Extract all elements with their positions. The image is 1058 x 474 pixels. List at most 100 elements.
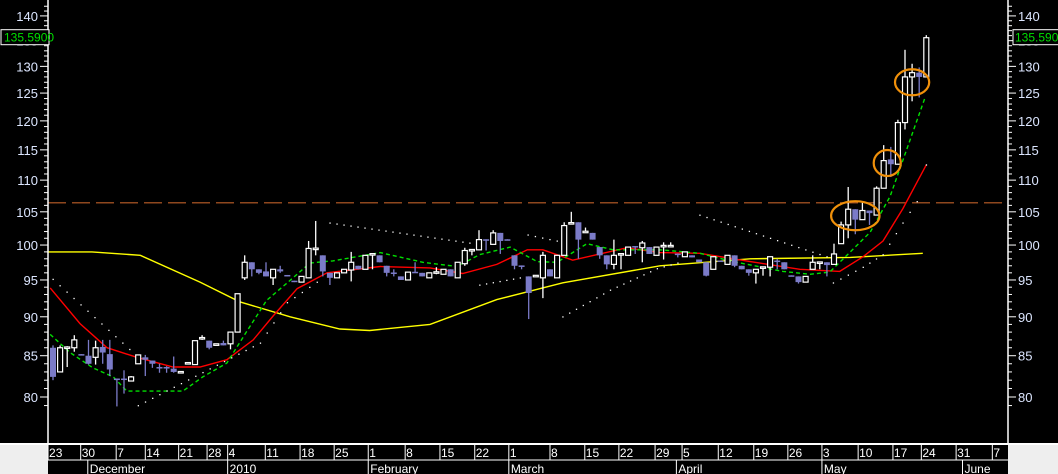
candle-body xyxy=(369,253,376,256)
right-price-label: 130 xyxy=(1018,59,1040,74)
candle-body xyxy=(596,247,603,256)
candle-body xyxy=(859,209,866,221)
sar-dot xyxy=(187,379,190,381)
sar-dot xyxy=(399,232,401,234)
candle-body xyxy=(766,256,774,268)
candle-body xyxy=(731,255,738,266)
sar-dot xyxy=(273,322,275,324)
candle-body xyxy=(532,274,539,278)
candle-body xyxy=(781,262,788,270)
left-price-label: 130 xyxy=(16,59,38,74)
sar-dot xyxy=(916,201,918,203)
candle-up xyxy=(333,272,341,279)
candle-up xyxy=(404,271,412,281)
sar-dot xyxy=(294,296,296,299)
candle-body xyxy=(404,271,412,281)
sar-dot xyxy=(223,360,226,363)
candle-body xyxy=(852,209,859,220)
date-tick-label: 17 xyxy=(894,446,908,460)
candle-up xyxy=(624,246,632,256)
candle-down xyxy=(447,269,454,277)
candle-body xyxy=(263,271,269,277)
date-tick-label: 22 xyxy=(476,446,490,460)
sar-dot xyxy=(741,228,743,230)
date-tick-label: 4 xyxy=(229,446,236,460)
sar-dot xyxy=(663,266,665,268)
candle-body xyxy=(724,254,731,265)
candle-body xyxy=(191,340,199,366)
candle-body xyxy=(802,275,809,283)
sar-dot xyxy=(519,277,521,279)
candle-down xyxy=(284,274,291,277)
axis-corner-right xyxy=(1008,443,1058,474)
sar-dot xyxy=(245,349,247,352)
sar-dot xyxy=(301,291,304,294)
candle-body xyxy=(433,271,440,274)
candle-body xyxy=(184,361,191,365)
date-tick-label: 5 xyxy=(683,446,690,460)
right-price-label: 85 xyxy=(1018,349,1032,364)
candle-up xyxy=(184,361,191,365)
candle-up xyxy=(490,230,497,245)
sar-dot xyxy=(316,281,318,283)
candle-body xyxy=(845,208,852,226)
date-tick-label: 22 xyxy=(620,446,634,460)
sar-dot xyxy=(609,289,612,291)
sar-dot xyxy=(534,235,537,238)
date-tick-label: 1 xyxy=(369,446,376,460)
candle-body xyxy=(582,230,589,234)
sar-dot xyxy=(699,214,701,216)
sar-dot xyxy=(902,222,904,224)
sar-dot xyxy=(73,297,75,300)
candle-up xyxy=(561,222,568,256)
candle-body xyxy=(248,262,255,270)
date-tick-label: 18 xyxy=(301,446,315,460)
sar-dot xyxy=(512,278,515,280)
sar-dot xyxy=(895,232,898,235)
sar-dot xyxy=(812,251,814,253)
right-price-label: 90 xyxy=(1018,310,1032,325)
candle-up xyxy=(461,247,468,266)
sar-dot xyxy=(499,280,501,283)
candle-body xyxy=(561,224,568,256)
candle-down xyxy=(589,232,596,240)
candle-up xyxy=(440,268,447,275)
sar-dot xyxy=(152,397,154,400)
candle-body xyxy=(255,269,262,273)
candle-down xyxy=(717,260,724,263)
date-tick-label: 21 xyxy=(180,446,194,460)
candle-body xyxy=(298,275,305,283)
candle-body xyxy=(490,232,497,245)
candle-body xyxy=(142,357,149,360)
candle-body xyxy=(412,271,419,274)
candle-down xyxy=(731,255,738,268)
candle-body xyxy=(241,261,248,279)
candle-body xyxy=(696,259,703,263)
sar-dot xyxy=(776,240,779,242)
candle-up xyxy=(710,256,717,270)
candle-body xyxy=(511,255,518,266)
candle-body xyxy=(277,269,284,272)
right-price-label: 95 xyxy=(1018,273,1032,288)
sar-dot xyxy=(596,297,598,299)
candle-up xyxy=(213,343,220,346)
date-tick-label: 14 xyxy=(146,446,160,460)
candle-down xyxy=(689,255,695,258)
candle-body xyxy=(113,378,120,381)
candle-body xyxy=(795,276,802,283)
candle-body xyxy=(553,254,561,279)
sar-dot xyxy=(769,237,772,240)
candle-body xyxy=(752,268,760,274)
candle-body xyxy=(156,367,163,369)
date-tick-label: 31 xyxy=(957,446,971,460)
sar-dot xyxy=(784,242,786,244)
candle-down xyxy=(696,259,703,263)
candle-down xyxy=(397,276,404,280)
candle-up xyxy=(454,261,461,279)
candle-up xyxy=(234,293,241,333)
left-price-label: 140 xyxy=(16,9,38,24)
candle-body xyxy=(568,221,575,225)
candle-body xyxy=(717,260,724,263)
sar-dot xyxy=(357,226,359,228)
sar-dot xyxy=(582,304,584,307)
